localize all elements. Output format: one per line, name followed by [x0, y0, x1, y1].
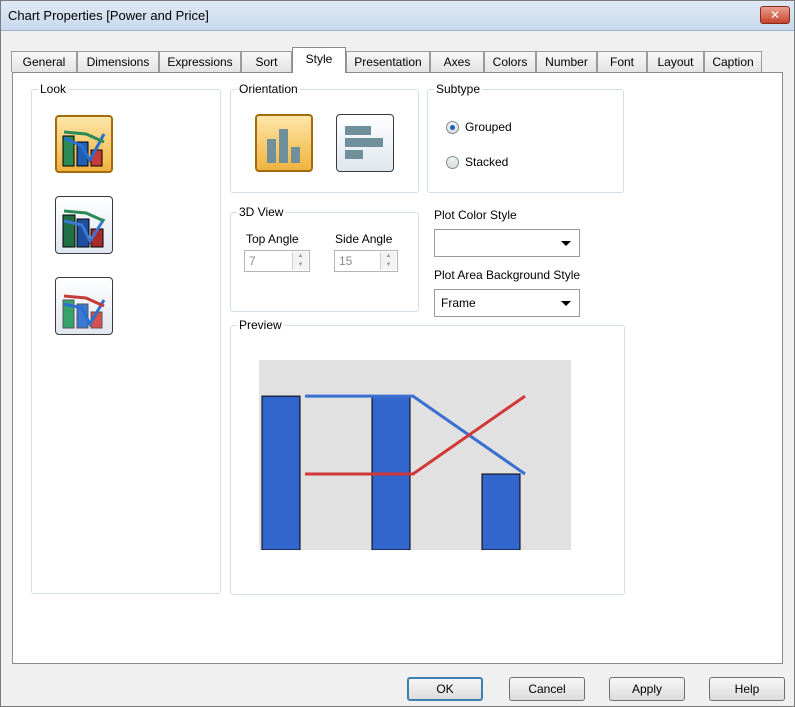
cancel-button[interactable]: Cancel [509, 677, 585, 701]
close-button[interactable]: ✕ [760, 6, 790, 24]
tab-presentation[interactable]: Presentation [346, 51, 430, 72]
vertical-orientation-button[interactable] [255, 114, 313, 172]
ok-button[interactable]: OK [407, 677, 483, 701]
plot-color-style-label: Plot Color Style [434, 208, 517, 222]
tab-sort[interactable]: Sort [241, 51, 292, 72]
tab-font[interactable]: Font [597, 51, 647, 72]
tab-layout[interactable]: Layout [647, 51, 704, 72]
tab-general[interactable]: General [11, 51, 77, 72]
tab-axes[interactable]: Axes [430, 51, 484, 72]
look-group: Look [31, 82, 221, 594]
plot-area-background-value: Frame [441, 296, 476, 310]
chevron-down-icon [561, 301, 571, 306]
top-angle-label: Top Angle [246, 232, 299, 246]
look-option-2-button[interactable] [55, 196, 113, 254]
tab-expressions[interactable]: Expressions [159, 51, 241, 72]
look-style-2-icon [62, 209, 106, 248]
window-title: Chart Properties [Power and Price] [8, 8, 209, 23]
preview-group-label: Preview [237, 318, 284, 332]
spin-down-icon[interactable]: ▼ [381, 261, 396, 270]
preview-group: Preview [230, 318, 625, 595]
plot-area-background-label: Plot Area Background Style [434, 268, 581, 282]
look-group-label: Look [38, 82, 69, 96]
spin-up-icon[interactable]: ▲ [293, 252, 308, 261]
tab-style[interactable]: Style [292, 47, 346, 73]
tab-colors[interactable]: Colors [484, 51, 536, 72]
tab-caption[interactable]: Caption [704, 51, 762, 72]
vertical-bars-icon [267, 129, 300, 163]
preview-chart [259, 360, 571, 550]
subtype-group-label: Subtype [434, 82, 483, 96]
stacked-label: Stacked [465, 155, 509, 169]
plot-area-background-dropdown[interactable]: Frame [434, 289, 580, 317]
view-3d-group-label: 3D View [237, 205, 286, 219]
apply-button[interactable]: Apply [609, 677, 685, 701]
preview-bar [481, 473, 521, 550]
plot-color-style-dropdown[interactable] [434, 229, 580, 257]
style-tab-panel: Look Orientation Subtype Grouped Stacked… [12, 72, 783, 664]
top-angle-value: 7 [249, 254, 256, 268]
close-icon: ✕ [769, 8, 781, 22]
side-angle-spinner[interactable]: 15 ▲ ▼ [334, 250, 398, 272]
view-3d-group: 3D View Top Angle 7 ▲ ▼ Side Angle 15 ▲ … [230, 205, 419, 312]
help-button[interactable]: Help [709, 677, 785, 701]
tab-strip: General Dimensions Expressions Sort Styl… [11, 47, 771, 73]
grouped-option[interactable]: Grouped [446, 120, 512, 134]
stacked-option[interactable]: Stacked [446, 155, 508, 169]
chevron-down-icon [561, 241, 571, 246]
preview-background [259, 360, 571, 550]
subtype-group: Subtype Grouped Stacked [427, 82, 624, 193]
grouped-radio[interactable] [446, 120, 459, 134]
title-bar: Chart Properties [Power and Price] ✕ [1, 1, 794, 31]
stacked-radio[interactable] [446, 155, 459, 169]
side-angle-label: Side Angle [335, 232, 393, 246]
top-angle-spinner[interactable]: 7 ▲ ▼ [244, 250, 310, 272]
tab-dimensions[interactable]: Dimensions [77, 51, 159, 72]
spin-down-icon[interactable]: ▼ [293, 261, 308, 270]
horizontal-orientation-button[interactable] [336, 114, 394, 172]
grouped-label: Grouped [465, 120, 512, 134]
spin-up-icon[interactable]: ▲ [381, 252, 396, 261]
look-style-3-icon [62, 294, 106, 329]
orientation-group-label: Orientation [237, 82, 300, 96]
look-style-1-icon [62, 130, 106, 167]
preview-bar [261, 395, 301, 550]
tab-number[interactable]: Number [536, 51, 597, 72]
chart-properties-dialog: Chart Properties [Power and Price] ✕ Gen… [0, 0, 795, 707]
look-option-1-button[interactable] [55, 115, 113, 173]
side-angle-value: 15 [339, 254, 353, 268]
look-option-3-button[interactable] [55, 277, 113, 335]
horizontal-bars-icon [345, 126, 383, 159]
orientation-group: Orientation [230, 82, 419, 193]
